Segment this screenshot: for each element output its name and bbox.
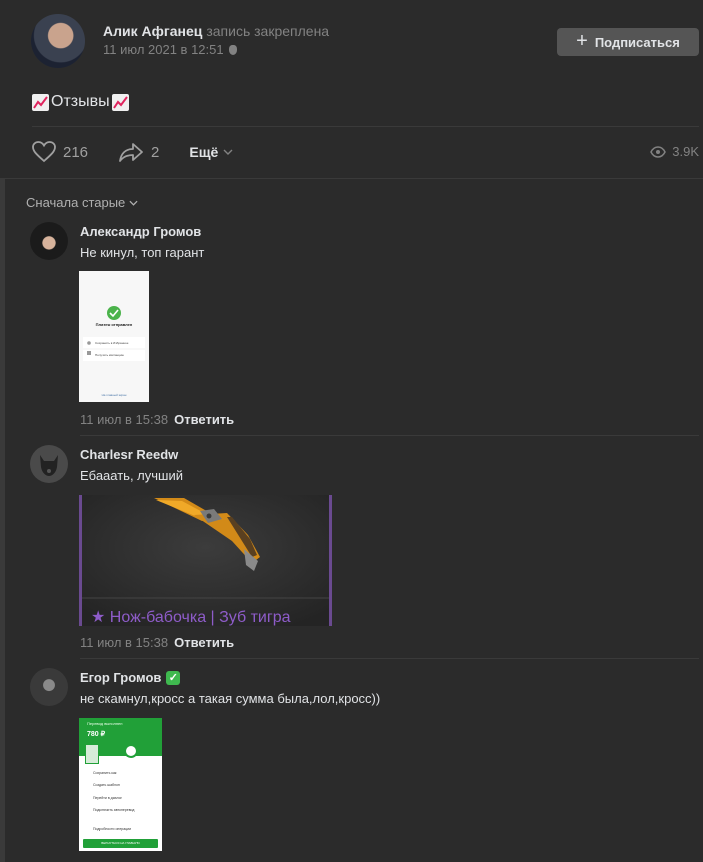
subscribe-label: Подписаться xyxy=(594,34,680,50)
share-count: 2 xyxy=(151,143,160,161)
reply-button[interactable]: Ответить xyxy=(174,635,234,650)
commenter-name[interactable]: Charlesr Reedw xyxy=(80,447,178,462)
post-text-label: Отзывы xyxy=(51,93,110,110)
check-mark-icon: ✓ xyxy=(166,670,181,685)
share-icon xyxy=(119,143,143,162)
commenter-name[interactable]: Егор Громов ✓ xyxy=(80,670,181,685)
dog-icon xyxy=(40,455,58,476)
plus-icon: + xyxy=(576,30,588,52)
comments-sort-dropdown[interactable]: Сначала старые xyxy=(26,195,138,210)
pinned-label: запись закреплена xyxy=(206,23,330,39)
author-name[interactable]: Алик Афганец xyxy=(103,23,202,39)
chart-increasing-icon xyxy=(111,93,129,111)
thumb-amount: 780 ₽ xyxy=(87,731,106,738)
post-date[interactable]: 11 июл 2021 в 12:51 xyxy=(103,42,237,57)
thumb-header: Перевод выполнен xyxy=(87,721,123,726)
comment-divider xyxy=(80,435,699,436)
thumb-check xyxy=(124,744,138,758)
comment-meta: 11 июл в 15:38 Ответить xyxy=(80,635,234,650)
commenter-name-text[interactable]: Егор Громов xyxy=(80,670,161,685)
post-author[interactable]: Алик Афганец запись закреплена xyxy=(103,23,329,39)
more-menu-button[interactable]: Ещё xyxy=(189,144,233,160)
subscribe-button[interactable]: + Подписаться xyxy=(557,28,699,56)
comment-text: Не кинул, топ гарант xyxy=(80,245,205,260)
thumb-title: Платеж отправлен xyxy=(95,322,133,327)
views-counter: 3.9K xyxy=(650,144,699,159)
thumb-footer: На главный экран xyxy=(101,393,127,397)
comment-time[interactable]: 11 июл в 15:38 xyxy=(80,412,168,427)
thumb-line-favorite: Сохранить в Избранное xyxy=(95,341,129,345)
thumb-item: Подключить автоперевод xyxy=(93,808,135,812)
comment-divider xyxy=(80,658,699,659)
views-count: 3.9K xyxy=(672,144,699,159)
eye-icon xyxy=(650,145,667,158)
more-label: Ещё xyxy=(189,144,219,160)
heart-icon xyxy=(32,141,56,163)
thumb-button: ВЕРНУТЬСЯ НА ГЛАВНУЮ xyxy=(101,841,140,845)
commenter-name[interactable]: Александр Громов xyxy=(80,224,201,239)
post-actions: 216 2 Ещё xyxy=(32,140,233,164)
like-count: 216 xyxy=(63,143,89,161)
apple-icon xyxy=(228,45,237,55)
reply-button[interactable]: Ответить xyxy=(174,412,234,427)
knife-caption: ★ Нож-бабочка | Зуб тигра xyxy=(91,609,291,626)
thumb-item: Перейти в диалог xyxy=(93,796,122,800)
chevron-down-icon xyxy=(223,149,233,155)
thumb-item: Создать шаблон xyxy=(93,783,120,787)
thumb-line-receipt: Получить квитанцию xyxy=(95,353,124,357)
payment-screenshot xyxy=(83,306,145,361)
like-button[interactable]: 216 xyxy=(32,141,88,163)
post-date-text[interactable]: 11 июл 2021 в 12:51 xyxy=(103,42,224,57)
comment-text: не скамнул,кросс а такая сумма была,лол,… xyxy=(80,691,381,706)
commenter-avatar[interactable] xyxy=(30,222,68,260)
author-avatar[interactable] xyxy=(31,14,85,68)
sort-label: Сначала старые xyxy=(26,195,126,210)
chart-increasing-icon xyxy=(32,93,49,111)
chevron-down-icon xyxy=(129,200,138,206)
thumb-phone xyxy=(85,744,99,764)
post-text: Отзывы xyxy=(32,93,129,111)
comment-text: Ебааать, лучший xyxy=(80,468,183,483)
commenter-avatar[interactable] xyxy=(30,668,68,706)
commenter-avatar[interactable] xyxy=(30,445,68,483)
thumb-item: Сохранить как xyxy=(93,771,117,775)
left-scroll-strip xyxy=(0,178,5,862)
thumb-item: Подробности операции xyxy=(93,827,132,831)
post-divider xyxy=(32,126,699,127)
share-button[interactable]: 2 xyxy=(118,142,159,162)
comment-photo[interactable]: ★ Нож-бабочка | Зуб тигра xyxy=(79,495,332,626)
comment-photo[interactable]: Платеж отправлен Сохранить в Избранное П… xyxy=(79,271,149,402)
comment-time[interactable]: 11 июл в 15:38 xyxy=(80,635,168,650)
comment-meta: 11 июл в 15:38 Ответить xyxy=(80,412,234,427)
comment-photo[interactable]: Перевод выполнен 780 ₽ Сохранить как Соз… xyxy=(79,718,162,851)
